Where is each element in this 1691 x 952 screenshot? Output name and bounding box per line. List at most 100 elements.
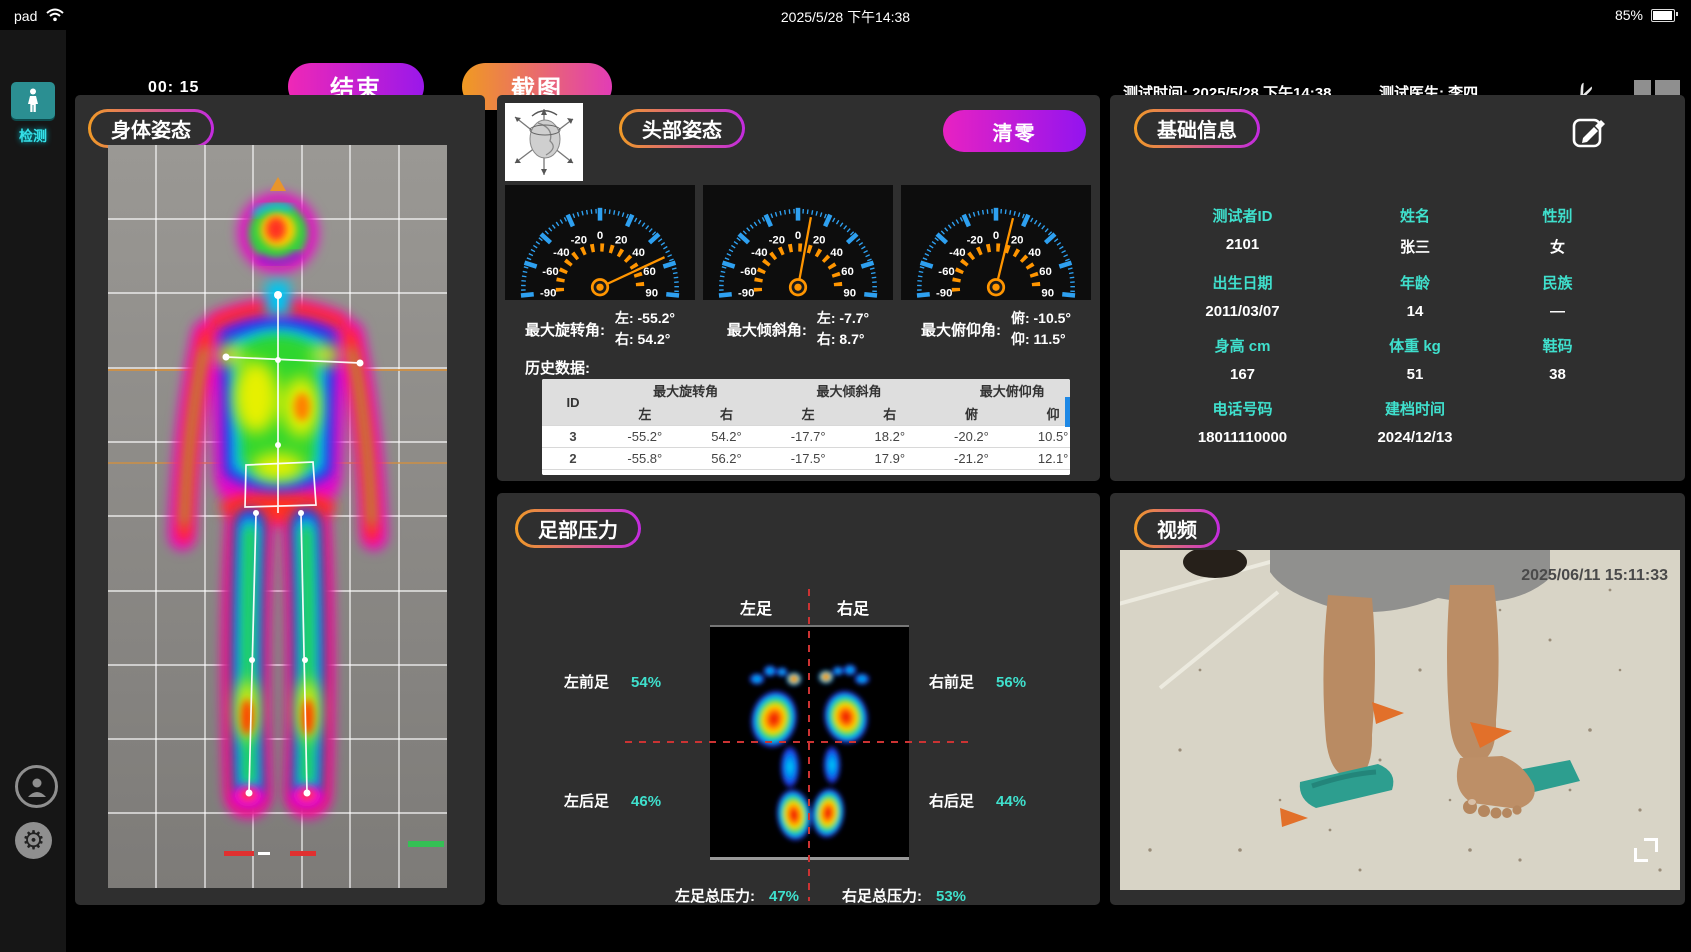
svg-text:0: 0 (993, 230, 999, 242)
max-rotation-metric: 最大旋转角: 左: -55.2°右: 54.2° (502, 308, 698, 350)
video-title: 视频 (1137, 512, 1217, 545)
basic-info-title: 基础信息 (1137, 112, 1257, 145)
sidebar: 检测 ⚙ (0, 30, 66, 952)
foot-pressure-panel: 足部压力 左足 右足 (497, 493, 1100, 905)
right-rearfoot-stat: 右后足44% (929, 790, 1026, 811)
basic-info-panel: 基础信息 测试者ID 姓名 性别 2101 张三 女 出生日期 年龄 民族 20… (1110, 95, 1685, 481)
video-timestamp: 2025/06/11 15:11:33 (1521, 567, 1668, 584)
field-value: 2101 (1150, 227, 1335, 257)
table-scrollbar[interactable] (1065, 397, 1070, 427)
max-pitch-metric: 最大俯仰角: 俯: -10.5°仰: 11.5° (898, 308, 1094, 350)
field-value: 14 (1335, 294, 1495, 320)
field-value: — (1495, 294, 1620, 320)
svg-text:0: 0 (597, 230, 603, 242)
svg-text:0: 0 (795, 230, 801, 242)
svg-text:-40: -40 (949, 247, 965, 259)
svg-text:-90: -90 (738, 287, 754, 299)
history-table-wrap: ID 最大旋转角 最大倾斜角 最大俯仰角 左 右 左 右 俯 仰 3 -55.2… (542, 379, 1070, 475)
history-table: ID 最大旋转角 最大倾斜角 最大俯仰角 左 右 左 右 俯 仰 3 -55.2… (542, 379, 1070, 475)
svg-text:40: 40 (1028, 247, 1041, 259)
battery-icon (1651, 9, 1675, 22)
svg-text:90: 90 (1041, 287, 1054, 299)
table-row: 1 -56.1° 55.7° -17.5° 18.5° -22.2° 11.5° (542, 470, 1070, 476)
svg-text:-90: -90 (540, 287, 556, 299)
history-data-label: 历史数据: (525, 357, 590, 378)
field-label: 性别 (1495, 191, 1620, 226)
statusbar-datetime: 2025/5/28 下午14:38 (0, 7, 1691, 27)
svg-text:-40: -40 (751, 247, 767, 259)
svg-text:-60: -60 (740, 266, 756, 278)
svg-text:60: 60 (643, 266, 656, 278)
svg-text:40: 40 (830, 247, 843, 259)
field-value: 38 (1495, 357, 1620, 383)
toolbar: 00: 15 结束 截图 测试时间: 2025/5/28 下午14:38 测试医… (0, 30, 1691, 95)
field-value: 51 (1335, 357, 1495, 383)
video-feed: 2025/06/11 15:11:33 (1120, 550, 1680, 890)
right-forefoot-stat: 右前足56% (929, 671, 1026, 692)
edit-pencil-icon (1572, 115, 1606, 149)
svg-text:-40: -40 (553, 247, 569, 259)
max-tilt-metric: 最大倾斜角: 左: -7.7°右: 8.7° (700, 308, 896, 350)
svg-text:-20: -20 (967, 234, 983, 246)
svg-text:40: 40 (632, 247, 645, 259)
left-total-pressure: 左足总压力:47% (675, 885, 799, 906)
edit-info-button[interactable] (1572, 115, 1606, 149)
gear-icon: ⚙ (22, 825, 45, 856)
basic-info-grid: 测试者ID 姓名 性别 2101 张三 女 出生日期 年龄 民族 2011/03… (1150, 191, 1620, 446)
field-label: 电话号码 (1150, 384, 1335, 419)
svg-text:20: 20 (1011, 234, 1024, 246)
left-foot-label: 左足 (740, 595, 772, 619)
svg-text:20: 20 (813, 234, 826, 246)
svg-text:-60: -60 (542, 266, 558, 278)
field-label: 民族 (1495, 258, 1620, 293)
field-label: 姓名 (1335, 191, 1495, 226)
fullscreen-icon[interactable] (1634, 838, 1658, 862)
profile-button[interactable] (15, 765, 58, 808)
person-icon (25, 88, 41, 114)
svg-text:90: 90 (843, 287, 856, 299)
field-value: 女 (1495, 227, 1620, 257)
left-forefoot-stat: 左前足54% (564, 671, 661, 692)
svg-text:20: 20 (615, 234, 628, 246)
field-label: 体重 kg (1335, 321, 1495, 356)
body-posture-title-badge: 身体姿态 (88, 109, 214, 148)
head-axes-diagram (505, 103, 583, 181)
video-title-badge: 视频 (1134, 509, 1220, 548)
table-row: 3 -55.2° 54.2° -17.7° 18.2° -20.2° 10.5° (542, 426, 1070, 448)
svg-text:60: 60 (841, 266, 854, 278)
rotation-gauge: -90 -60 -40 -20 0 20 40 60 90 (505, 185, 695, 300)
field-label: 建档时间 (1335, 384, 1495, 419)
svg-text:-20: -20 (571, 234, 587, 246)
sidebar-detect-label: 检测 (0, 126, 66, 146)
battery-percent: 85% (1615, 7, 1643, 23)
field-label: 身高 cm (1150, 321, 1335, 356)
body-posture-title: 身体姿态 (91, 112, 211, 145)
field-value: 167 (1150, 357, 1335, 383)
head-posture-title: 头部姿态 (622, 112, 742, 145)
foot-center-crosshair-v (808, 589, 810, 901)
status-bar: pad 2025/5/28 下午14:38 85% (0, 0, 1691, 30)
svg-text:60: 60 (1039, 266, 1052, 278)
table-row: 2 -55.8° 56.2° -17.5° 17.9° -21.2° 12.1° (542, 448, 1070, 470)
svg-text:-60: -60 (938, 266, 954, 278)
field-value: 张三 (1335, 227, 1495, 257)
body-thermal-scan (108, 145, 447, 888)
settings-button[interactable]: ⚙ (15, 822, 52, 859)
foot-center-crosshair-h (625, 741, 973, 743)
tilt-gauge: -90 -60 -40 -20 0 20 40 60 90 (703, 185, 893, 300)
reset-button[interactable]: 清零 (943, 110, 1086, 152)
svg-text:-20: -20 (769, 234, 785, 246)
pitch-gauge: -90 -60 -40 -20 0 20 40 60 90 (901, 185, 1091, 300)
right-total-pressure: 右足总压力:53% (842, 885, 966, 906)
head-posture-title-badge: 头部姿态 (619, 109, 745, 148)
field-label: 鞋码 (1495, 321, 1620, 356)
right-foot-label: 右足 (837, 595, 869, 619)
foot-pressure-title-badge: 足部压力 (515, 509, 641, 548)
field-label: 出生日期 (1150, 258, 1335, 293)
sidebar-item-detect[interactable] (11, 82, 55, 119)
basic-info-title-badge: 基础信息 (1134, 109, 1260, 148)
head-posture-panel: 头部姿态 清零 -90 -60 -40 -20 0 20 40 60 90 (497, 95, 1100, 481)
field-value: 18011110000 (1150, 420, 1335, 446)
field-label: 测试者ID (1150, 191, 1335, 226)
field-label: 年龄 (1335, 258, 1495, 293)
